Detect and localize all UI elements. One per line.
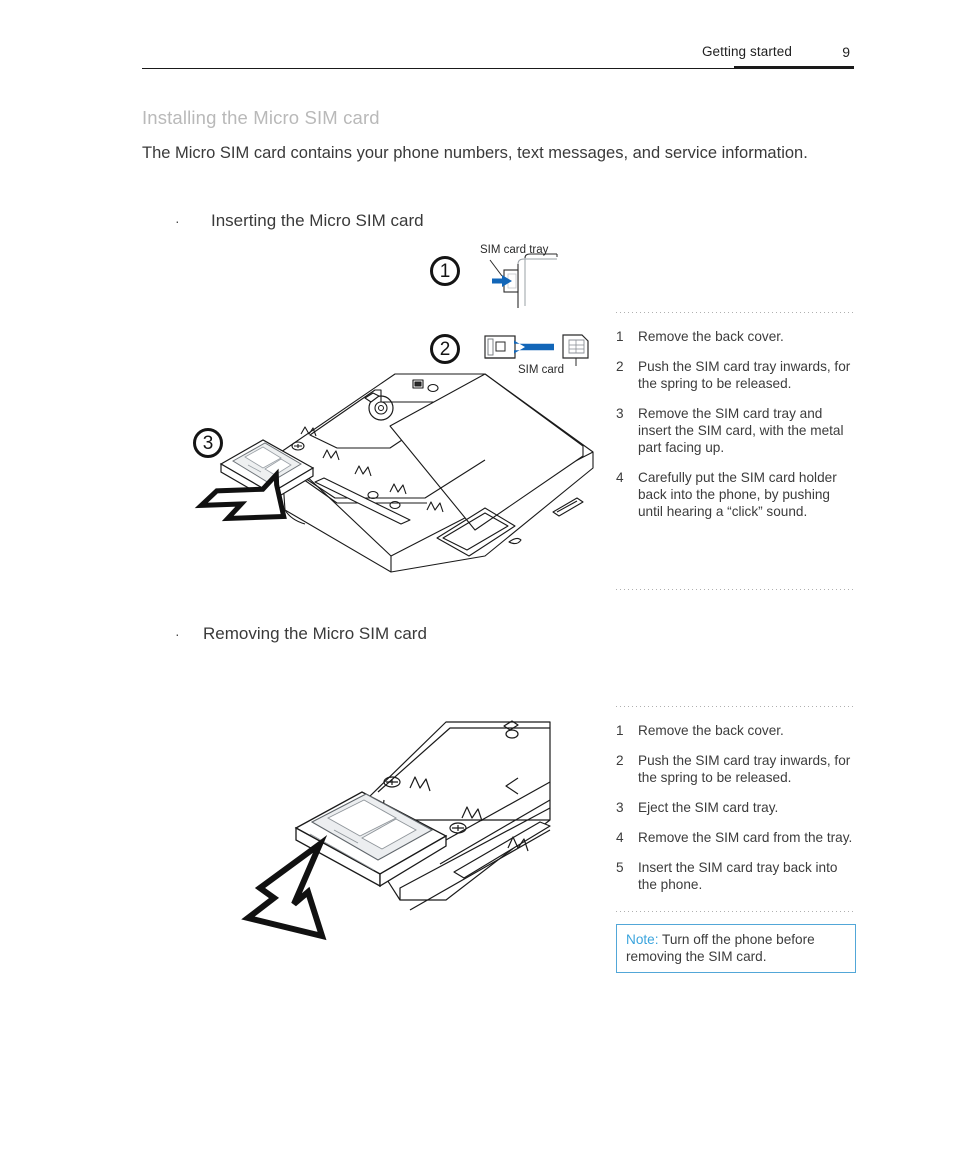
bullet-marker: ·	[175, 626, 180, 642]
list-item: 4 Carefully put the SIM card holder back…	[616, 469, 856, 520]
insert-steps-panel: 1 Remove the back cover. 2 Push the SIM …	[616, 312, 856, 590]
sim-tray-icon	[484, 335, 516, 359]
step-text: Push the SIM card tray inwards, for the …	[638, 359, 851, 391]
list-item: 5 Insert the SIM card tray back into the…	[616, 859, 856, 893]
step-number: 2	[616, 359, 624, 374]
list-item: 3 Remove the SIM card tray and insert th…	[616, 405, 856, 456]
step-text: Remove the back cover.	[638, 329, 784, 344]
note-box: Note: Turn off the phone before removing…	[616, 924, 856, 973]
divider-bottom	[616, 589, 856, 590]
header-rule-accent	[734, 66, 854, 69]
list-item: 3 Eject the SIM card tray.	[616, 799, 856, 816]
section-intro: The Micro SIM card contains your phone n…	[142, 144, 808, 162]
list-item: 2 Push the SIM card tray inwards, for th…	[616, 358, 856, 392]
step-text: Carefully put the SIM card holder back i…	[638, 470, 837, 519]
bullet-marker: ·	[175, 213, 180, 229]
header-title: Getting started	[701, 44, 792, 59]
list-item: 1 Remove the back cover.	[616, 328, 856, 345]
divider-bottom	[616, 911, 856, 912]
page-number: 9	[842, 44, 850, 60]
figure-step-1: 1 SIM card tray	[430, 244, 605, 314]
step-number: 5	[616, 860, 624, 875]
step-number: 4	[616, 830, 624, 845]
note-label: Note:	[626, 932, 659, 947]
step-text: Push the SIM card tray inwards, for the …	[638, 753, 851, 785]
step-text: Insert the SIM card tray back into the p…	[638, 860, 838, 892]
section-title: Installing the Micro SIM card	[142, 107, 380, 128]
phone-line-art-back-open	[194, 373, 594, 573]
step-number: 3	[616, 800, 624, 815]
list-item: 4 Remove the SIM card from the tray.	[616, 829, 856, 846]
step-text: Remove the SIM card from the tray.	[638, 830, 853, 845]
step-number: 4	[616, 470, 624, 485]
bullet-label: Removing the Micro SIM card	[203, 624, 427, 643]
step-text: Remove the SIM card tray and insert the …	[638, 406, 844, 455]
list-item: 1 Remove the back cover.	[616, 722, 856, 739]
circled-number-3: 3	[193, 428, 223, 458]
bullet-removing-sim: · Removing the Micro SIM card	[175, 624, 427, 644]
bullet-inserting-sim: · Inserting the Micro SIM card	[175, 211, 424, 231]
step-number: 1	[616, 723, 624, 738]
sim-card-tray-callout-label: SIM card tray	[480, 244, 549, 256]
circled-number-1: 1	[430, 256, 460, 286]
phone-corner-line-art	[241, 720, 551, 941]
step-number: 2	[616, 753, 624, 768]
page-header: Getting started 9	[142, 44, 854, 74]
step-number: 3	[616, 406, 624, 421]
figure-phone-remove-sim	[241, 700, 551, 950]
remove-steps-list: 1 Remove the back cover. 2 Push the SIM …	[616, 707, 856, 911]
figure-phone-insert-sim: 3	[185, 360, 605, 590]
blue-arrow-left	[514, 340, 554, 354]
bullet-label: Inserting the Micro SIM card	[211, 211, 424, 230]
step-text: Remove the back cover.	[638, 723, 784, 738]
step-number: 1	[616, 329, 624, 344]
list-item: 2 Push the SIM card tray inwards, for th…	[616, 752, 856, 786]
remove-steps-panel: 1 Remove the back cover. 2 Push the SIM …	[616, 706, 856, 973]
black-arrow-remove-direction	[241, 835, 328, 941]
sim-card-icon	[562, 334, 589, 359]
step-text: Eject the SIM card tray.	[638, 800, 779, 815]
insert-steps-list: 1 Remove the back cover. 2 Push the SIM …	[616, 313, 856, 589]
